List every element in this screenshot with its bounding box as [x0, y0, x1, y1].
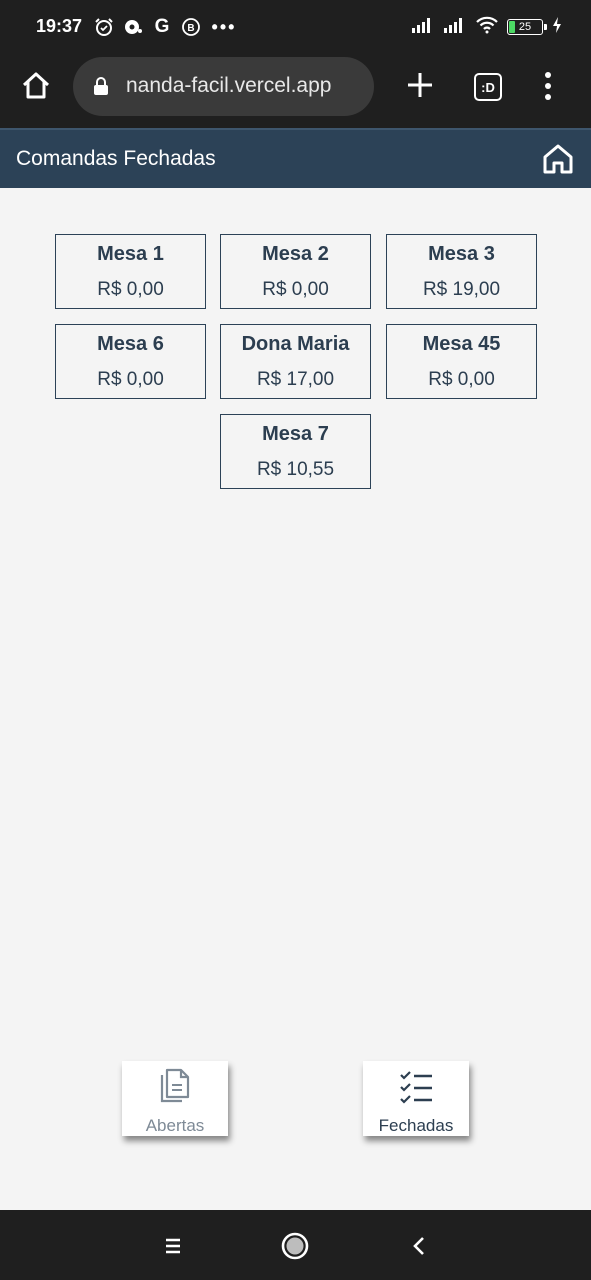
browser-toolbar: nanda-facil.vercel.app :D	[0, 56, 591, 128]
table-total: R$ 19,00	[422, 279, 501, 300]
table-name: Mesa 7	[262, 423, 329, 445]
table-total: R$ 0,00	[428, 369, 495, 390]
checklist-icon	[399, 1067, 433, 1105]
table-card[interactable]: Mesa 2 R$ 0,00	[220, 234, 371, 309]
new-tab-plus-icon[interactable]	[405, 70, 435, 100]
back-icon[interactable]	[402, 1228, 438, 1264]
app-header: Comandas Fechadas	[0, 128, 591, 188]
chat-bubble-icon	[123, 17, 143, 37]
more-notifications-icon: •••	[211, 16, 237, 37]
signal-icon	[411, 16, 435, 39]
table-name: Mesa 1	[97, 243, 164, 265]
url-text[interactable]: nanda-facil.vercel.app	[126, 74, 331, 98]
b-badge-icon: B	[181, 17, 201, 37]
table-card[interactable]: Mesa 3 R$ 19,00	[386, 234, 537, 309]
fechadas-button[interactable]: Fechadas	[363, 1061, 469, 1136]
google-icon: G	[154, 16, 170, 37]
documents-icon	[158, 1067, 192, 1105]
table-total: R$ 17,00	[256, 369, 335, 390]
browser-home-icon[interactable]	[20, 70, 52, 102]
charging-icon	[551, 16, 563, 39]
table-card[interactable]: Mesa 6 R$ 0,00	[55, 324, 206, 399]
url-bar[interactable]: nanda-facil.vercel.app	[73, 57, 374, 116]
home-circle-icon[interactable]	[277, 1228, 313, 1264]
table-card[interactable]: Mesa 45 R$ 0,00	[386, 324, 537, 399]
status-system-icons: 25	[411, 16, 563, 38]
status-notification-icons: G B •••	[94, 16, 234, 38]
page-title: Comandas Fechadas	[16, 147, 216, 170]
table-total: R$ 0,00	[262, 279, 329, 300]
battery-icon: 25	[507, 19, 547, 35]
recent-apps-icon[interactable]	[155, 1228, 191, 1264]
table-name: Mesa 6	[97, 333, 164, 355]
status-time: 19:37	[36, 16, 83, 36]
svg-text:B: B	[187, 23, 194, 34]
signal-icon-2	[443, 16, 467, 39]
alarm-icon	[94, 17, 114, 37]
table-card[interactable]: Mesa 7 R$ 10,55	[220, 414, 371, 489]
table-card[interactable]: Mesa 1 R$ 0,00	[55, 234, 206, 309]
lock-icon	[93, 76, 109, 96]
table-total: R$ 0,00	[97, 369, 164, 390]
table-name: Mesa 45	[422, 333, 501, 355]
browser-menu-icon[interactable]	[540, 71, 556, 101]
system-navigation-bar	[0, 1210, 591, 1280]
table-name: Mesa 3	[428, 243, 495, 265]
tab-switcher-button[interactable]: :D	[474, 73, 502, 101]
fechadas-label: Fechadas	[378, 1116, 454, 1135]
abertas-button[interactable]: Abertas	[122, 1061, 228, 1136]
home-icon[interactable]	[541, 142, 575, 176]
table-total: R$ 0,00	[97, 279, 164, 300]
table-total: R$ 10,55	[256, 459, 335, 480]
status-bar: 19:37 G B ••• 25	[0, 0, 591, 56]
table-card[interactable]: Dona Maria R$ 17,00	[220, 324, 371, 399]
abertas-label: Abertas	[145, 1116, 205, 1135]
table-name: Dona Maria	[241, 333, 350, 355]
wifi-icon	[475, 16, 499, 39]
table-name: Mesa 2	[262, 243, 329, 265]
